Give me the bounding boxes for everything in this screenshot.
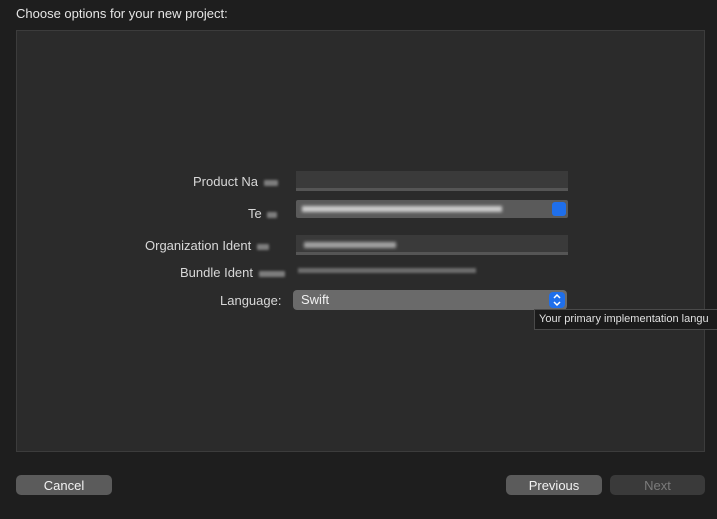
- language-select[interactable]: Swift: [293, 290, 567, 310]
- language-label: Language:: [220, 293, 282, 308]
- chevron-up-down-icon: [549, 292, 565, 308]
- next-button[interactable]: Next: [610, 475, 705, 495]
- redacted-text: [267, 211, 278, 218]
- organization-identifier-label-text: Organization Ident: [145, 238, 252, 253]
- redacted-text: [263, 179, 278, 186]
- product-name-field[interactable]: [296, 171, 568, 191]
- organization-identifier-label: Organization Ident: [145, 238, 269, 253]
- language-value: Swift: [301, 292, 330, 307]
- header-title: Choose options for your new project:: [16, 6, 228, 21]
- redacted-bundle-value: [298, 268, 476, 273]
- bundle-identifier-label-text: Bundle Ident: [180, 265, 254, 280]
- redacted-team-value: [302, 206, 502, 212]
- redacted-organization-value: [304, 242, 396, 248]
- team-label-text: Te: [248, 206, 262, 221]
- team-label: Te: [248, 206, 278, 221]
- chevron-up-down-icon: [552, 202, 566, 216]
- redacted-text: [256, 243, 269, 250]
- product-name-label: Product Na: [193, 174, 278, 189]
- language-tooltip: Your primary implementation langu: [534, 309, 717, 330]
- cancel-button[interactable]: Cancel: [16, 475, 112, 495]
- product-name-label-text: Product Na: [193, 174, 259, 189]
- previous-button[interactable]: Previous: [506, 475, 602, 495]
- redacted-text: [258, 270, 285, 277]
- bundle-identifier-label: Bundle Ident: [180, 265, 285, 280]
- organization-identifier-field[interactable]: [296, 235, 568, 255]
- team-select[interactable]: [296, 200, 568, 218]
